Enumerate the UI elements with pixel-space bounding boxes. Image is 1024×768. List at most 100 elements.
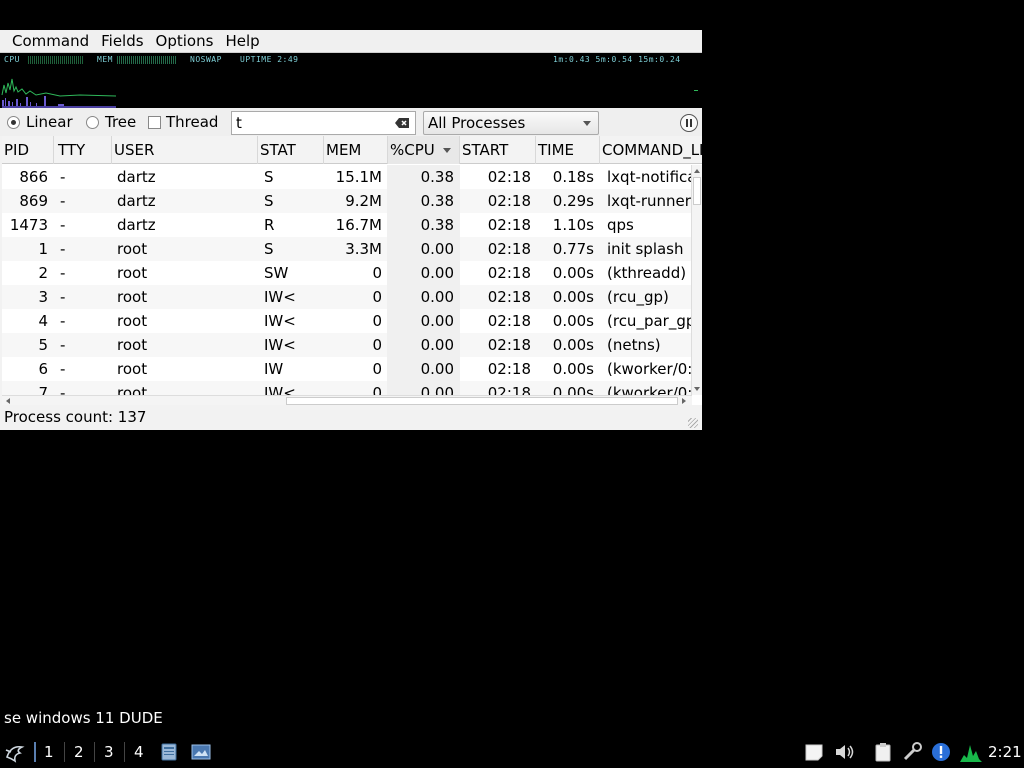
table-row[interactable]: 5 - root IW< 0 0.00 02:18 0.00s (netns) [2, 333, 692, 357]
menu-fields[interactable]: Fields [95, 30, 149, 52]
vertical-scrollbar[interactable] [691, 165, 702, 395]
cell-mem: 16.7M [335, 216, 382, 234]
cell-command: qps [607, 216, 634, 234]
cell-pid: 2 [38, 264, 48, 282]
column-header-command-line[interactable]: COMMAND_LINE [600, 136, 702, 164]
table-row[interactable]: 2 - root SW 0 0.00 02:18 0.00s (kthreadd… [2, 261, 692, 285]
horizontal-scroll-thumb[interactable] [286, 397, 678, 405]
cell-cpu: 0.00 [420, 360, 454, 378]
table-row[interactable]: 866 - dartz S 15.1M 0.38 02:18 0.18s lxq… [2, 165, 692, 189]
process-count: Process count: 137 [4, 408, 147, 426]
cell-command: (kthreadd) [607, 264, 687, 282]
clear-icon[interactable] [394, 117, 410, 129]
system-monitor-icon[interactable] [959, 741, 983, 763]
cell-tty: - [60, 336, 66, 354]
cell-cpu: 0.38 [420, 168, 454, 186]
network-tools-icon[interactable] [902, 742, 924, 762]
sort-descending-icon [442, 148, 451, 153]
table-row[interactable]: 3 - root IW< 0 0.00 02:18 0.00s (rcu_gp) [2, 285, 692, 309]
cell-user: dartz [117, 168, 156, 186]
resize-grip-icon[interactable] [688, 418, 698, 428]
table-row[interactable]: 1 - root S 3.3M 0.00 02:18 0.77s init sp… [2, 237, 692, 261]
update-notifier-icon[interactable] [931, 742, 951, 762]
cell-user: root [117, 264, 148, 282]
cell-cpu: 0.00 [420, 312, 454, 330]
tree-radio[interactable] [86, 116, 99, 129]
search-input[interactable]: t [231, 111, 416, 135]
desktop-switcher-active-indicator [34, 742, 36, 762]
cell-command: (rcu_par_gp) [607, 312, 691, 330]
search-value: t [236, 114, 242, 132]
table-row[interactable]: 1473 - dartz R 16.7M 0.38 02:18 1.10s qp… [2, 213, 692, 237]
cell-start: 02:18 [487, 264, 531, 282]
column-header-tty[interactable]: TTY [54, 136, 112, 164]
cell-pid: 1473 [9, 216, 48, 234]
cell-tty: - [60, 360, 66, 378]
column-header-cpu[interactable]: %CPU [388, 136, 460, 164]
divider [64, 742, 65, 762]
vertical-scroll-thumb[interactable] [693, 177, 701, 205]
file-manager-icon[interactable] [160, 743, 178, 761]
notes-icon[interactable] [804, 743, 824, 761]
cell-cpu: 0.38 [420, 192, 454, 210]
menu-help[interactable]: Help [219, 30, 265, 52]
cell-cpu: 0.38 [420, 216, 454, 234]
volume-icon[interactable] [834, 742, 856, 762]
cell-mem: 0 [372, 264, 382, 282]
cell-mem: 9.2M [345, 192, 382, 210]
linear-label[interactable]: Linear [26, 113, 73, 131]
cell-tty: - [60, 288, 66, 306]
cell-cpu: 0.00 [420, 264, 454, 282]
column-header-time[interactable]: TIME [536, 136, 600, 164]
cell-start: 02:18 [487, 240, 531, 258]
process-table: PID TTY USER STAT MEM %CPU START TIME CO… [2, 136, 702, 405]
pause-icon[interactable] [680, 114, 698, 132]
table-row[interactable]: 7 - root IW< 0 0.00 02:18 0.00s (kworker… [2, 381, 692, 395]
menu-options[interactable]: Options [150, 30, 220, 52]
clipboard-icon[interactable] [872, 742, 894, 762]
cell-pid: 5 [38, 336, 48, 354]
mem-meter [117, 56, 177, 64]
table-row[interactable]: 4 - root IW< 0 0.00 02:18 0.00s (rcu_par… [2, 309, 692, 333]
column-header-stat[interactable]: STAT [258, 136, 324, 164]
show-desktop-icon[interactable] [191, 744, 211, 760]
process-filter-value: All Processes [428, 114, 526, 132]
menu-command[interactable]: Command [0, 30, 95, 52]
swap-label: NOSWAP [190, 55, 222, 64]
table-body: 866 - dartz S 15.1M 0.38 02:18 0.18s lxq… [2, 165, 692, 395]
cell-pid: 1 [38, 240, 48, 258]
scroll-up-icon[interactable] [694, 169, 700, 173]
desktop-4-button[interactable]: 4 [134, 743, 144, 761]
cell-cpu: 0.00 [420, 336, 454, 354]
thread-label[interactable]: Thread [166, 113, 218, 131]
cell-pid: 4 [38, 312, 48, 330]
cell-start: 02:18 [487, 312, 531, 330]
desktop-2-button[interactable]: 2 [74, 743, 84, 761]
column-header-pid[interactable]: PID [2, 136, 54, 164]
cell-pid: 866 [19, 168, 48, 186]
table-row[interactable]: 869 - dartz S 9.2M 0.38 02:18 0.29s lxqt… [2, 189, 692, 213]
column-header-user[interactable]: USER [112, 136, 258, 164]
system-monitor-graph[interactable]: CPU MEM NOSWAP UPTIME 2:49 1m:0.43 5m:0.… [0, 53, 702, 108]
cell-stat: IW< [264, 336, 296, 354]
cell-command: (netns) [607, 336, 661, 354]
column-header-start[interactable]: START [460, 136, 536, 164]
thread-checkbox[interactable] [148, 116, 161, 129]
cell-mem: 3.3M [345, 240, 382, 258]
tree-label[interactable]: Tree [105, 113, 136, 131]
cell-time: 0.29s [552, 192, 594, 210]
process-filter-select[interactable]: All Processes [423, 111, 599, 135]
horizontal-scrollbar[interactable] [2, 395, 692, 405]
desktop-1-button[interactable]: 1 [44, 743, 54, 761]
scroll-down-icon[interactable] [694, 387, 700, 391]
column-header-mem[interactable]: MEM [324, 136, 388, 164]
start-menu-icon[interactable] [4, 742, 26, 764]
desktop-3-button[interactable]: 3 [104, 743, 114, 761]
table-row[interactable]: 6 - root IW 0 0.00 02:18 0.00s (kworker/… [2, 357, 692, 381]
linear-radio[interactable] [7, 116, 20, 129]
cell-time: 0.00s [552, 264, 594, 282]
clock[interactable]: 2:21 [988, 743, 1022, 761]
scroll-right-icon[interactable] [682, 398, 686, 404]
cell-cpu: 0.00 [420, 384, 454, 395]
scroll-left-icon[interactable] [6, 398, 10, 404]
